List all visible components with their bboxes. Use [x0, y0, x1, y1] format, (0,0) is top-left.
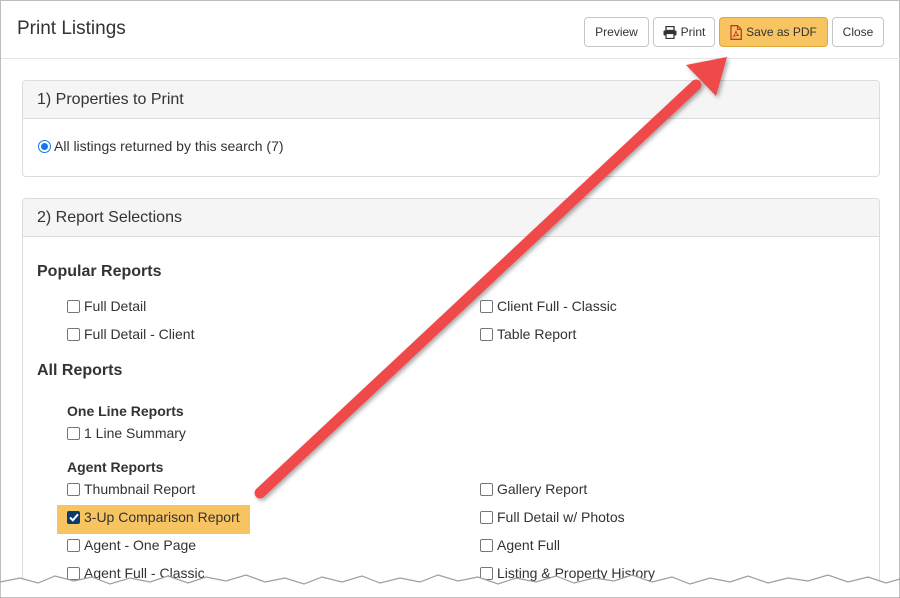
checkbox[interactable]: [67, 426, 80, 440]
option-label: Full Detail: [84, 298, 147, 314]
all-reports-heading: All Reports: [37, 362, 123, 379]
panel-heading: 2) Report Selections: [23, 199, 879, 237]
report-option-agent-full-classic[interactable]: Agent Full - Classic: [67, 565, 205, 581]
properties-to-print-panel: 1) Properties to Print All listings retu…: [22, 80, 880, 177]
one-line-reports-heading: One Line Reports: [67, 403, 184, 419]
checkbox[interactable]: [67, 482, 80, 496]
checkbox[interactable]: [480, 538, 493, 552]
report-option-thumbnail[interactable]: Thumbnail Report: [67, 481, 195, 497]
pdf-file-icon: [730, 24, 743, 40]
radio-button-selected[interactable]: [38, 139, 51, 153]
checkbox[interactable]: [67, 538, 80, 552]
option-label: Full Detail w/ Photos: [497, 509, 625, 525]
close-label: Close: [842, 25, 874, 39]
print-button[interactable]: Print: [653, 17, 715, 47]
agent-reports-heading: Agent Reports: [67, 459, 164, 475]
dialog-header: Print Listings Preview Print Save as PDF…: [1, 1, 900, 59]
report-option-full-detail-photos[interactable]: Full Detail w/ Photos: [480, 509, 625, 525]
report-option-1-line-summary[interactable]: 1 Line Summary: [67, 425, 186, 441]
checkbox[interactable]: [67, 327, 80, 341]
print-label: Print: [680, 25, 706, 39]
dialog-title: Print Listings: [17, 18, 126, 39]
checkbox[interactable]: [480, 299, 493, 313]
option-label: Listing & Property History: [497, 565, 655, 581]
report-option-gallery[interactable]: Gallery Report: [480, 481, 587, 497]
preview-button[interactable]: Preview: [584, 17, 649, 47]
option-label: Gallery Report: [497, 481, 588, 497]
save-as-pdf-label: Save as PDF: [746, 25, 817, 39]
checkbox-checked[interactable]: [67, 510, 80, 524]
report-option-full-detail-client[interactable]: Full Detail - Client: [67, 326, 194, 342]
report-option-listing-property-history[interactable]: Listing & Property History: [480, 565, 655, 581]
checkbox[interactable]: [67, 299, 80, 313]
report-option-3-up-comparison[interactable]: 3-Up Comparison Report: [67, 509, 240, 525]
checkbox[interactable]: [480, 327, 493, 341]
radio-label: All listings returned by this search (7): [54, 138, 284, 154]
report-option-client-full-classic[interactable]: Client Full - Classic: [480, 298, 617, 314]
option-label: 3-Up Comparison Report: [84, 509, 240, 525]
report-option-full-detail[interactable]: Full Detail: [67, 298, 146, 314]
checkbox[interactable]: [480, 510, 493, 524]
close-button[interactable]: Close: [832, 17, 884, 47]
save-as-pdf-button[interactable]: Save as PDF: [719, 17, 828, 47]
report-option-agent-full[interactable]: Agent Full: [480, 537, 560, 553]
option-label: 1 Line Summary: [84, 425, 186, 441]
report-option-table-report[interactable]: Table Report: [480, 326, 576, 342]
printer-icon: [663, 25, 677, 39]
option-label: Agent Full - Classic: [84, 565, 205, 581]
preview-label: Preview: [595, 25, 638, 39]
report-option-agent-one-page[interactable]: Agent - One Page: [67, 537, 196, 553]
all-listings-radio-option[interactable]: All listings returned by this search (7): [38, 138, 284, 154]
checkbox[interactable]: [480, 566, 493, 580]
panel-heading: 1) Properties to Print: [23, 81, 879, 119]
option-label: Agent Full: [497, 537, 561, 553]
popular-reports-heading: Popular Reports: [37, 263, 162, 280]
option-label: Full Detail - Client: [84, 326, 195, 342]
checkbox[interactable]: [67, 566, 80, 580]
option-label: Table Report: [497, 326, 577, 342]
option-label: Agent - One Page: [84, 537, 197, 553]
option-label: Thumbnail Report: [84, 481, 196, 497]
print-listings-dialog: Print Listings Preview Print Save as PDF…: [0, 0, 900, 598]
option-label: Client Full - Classic: [497, 298, 617, 314]
checkbox[interactable]: [480, 482, 493, 496]
